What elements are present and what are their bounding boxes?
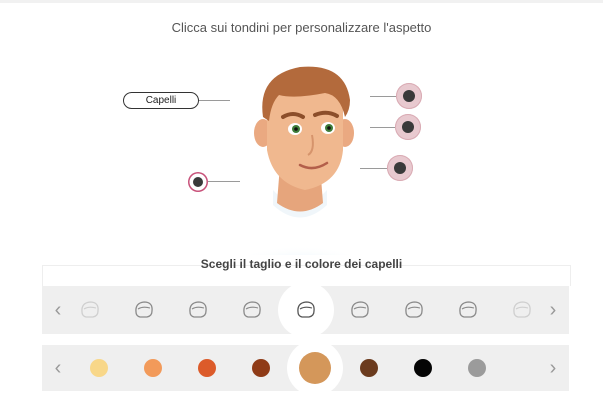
hair-style-icon [459,301,477,318]
hair-style-7-option[interactable] [400,296,428,324]
avatar-illustration [195,66,405,255]
hair-color-swatch[interactable] [299,352,331,384]
hotspot-leader-line [370,96,396,97]
hair-style-icon [81,301,99,318]
hair-color-swatch[interactable] [90,359,108,377]
hair-color-swatch[interactable] [360,359,378,377]
hair-color-swatch[interactable] [144,359,162,377]
carousel-prev-arrow[interactable]: ‹ [48,286,68,334]
hair-style-carousel: ‹ › [42,282,569,338]
hair-style-5-option[interactable] [292,296,320,324]
hair-style-9-option[interactable] [508,296,536,324]
hotspot-eyes[interactable] [395,114,421,140]
hair-style-icon [513,301,531,318]
hair-color-carousel: ‹ › [42,340,569,396]
hair-style-1-option[interactable] [76,296,104,324]
section-title: Scegli il taglio e il colore dei capelli [200,257,403,271]
hotspot-leader-line [208,181,240,182]
hair-color-swatch[interactable] [468,359,486,377]
carousel-next-arrow[interactable]: › [543,286,563,334]
hotspot-body[interactable] [188,172,208,192]
hair-style-icon [351,301,369,318]
avatar-area: Capelli [0,0,603,270]
hair-style-icon [243,301,261,318]
hair-color-swatch[interactable] [414,359,432,377]
hair-style-icon [297,301,315,318]
hair-style-4-option[interactable] [238,296,266,324]
hair-leader-line [197,100,230,101]
hair-style-icon [405,301,423,318]
carousel-prev-arrow[interactable]: ‹ [48,345,68,391]
hotspot-leader-line [370,127,395,128]
hair-label-pill[interactable]: Capelli [123,92,199,109]
hair-color-swatch[interactable] [198,359,216,377]
hair-style-2-option[interactable] [130,296,158,324]
hotspot-mouth[interactable] [387,155,413,181]
hair-style-icon [189,301,207,318]
hotspot-eyebrows[interactable] [396,83,422,109]
hair-color-swatch[interactable] [252,359,270,377]
hair-style-8-option[interactable] [454,296,482,324]
hair-style-6-option[interactable] [346,296,374,324]
hair-style-3-option[interactable] [184,296,212,324]
hair-style-icon [135,301,153,318]
hotspot-leader-line [360,168,387,169]
carousel-next-arrow[interactable]: › [543,345,563,391]
